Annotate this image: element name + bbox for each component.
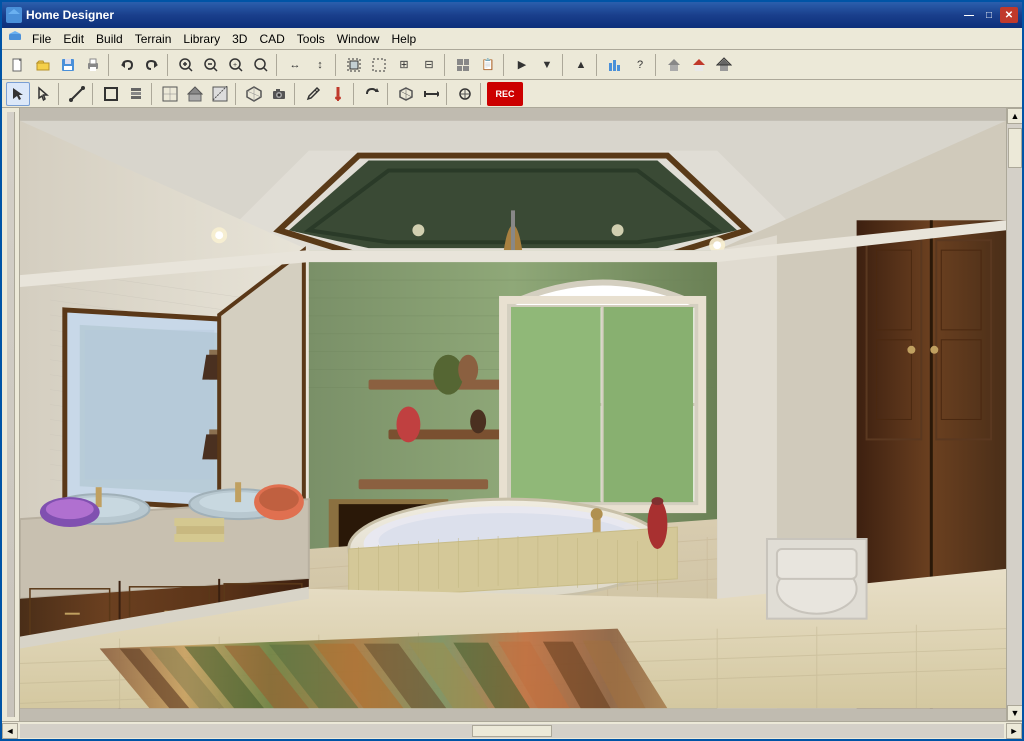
pan-h-button[interactable]: ↔ [283,53,307,77]
stair-tool[interactable] [208,82,232,106]
layout-button[interactable] [451,53,475,77]
sep-t2-4 [235,83,239,105]
chart-button[interactable] [603,53,627,77]
print-button[interactable] [81,53,105,77]
transform-tool[interactable] [453,82,477,106]
undo-button[interactable] [115,53,139,77]
roof-tool[interactable] [183,82,207,106]
arrow-up-button[interactable]: ▲ [569,53,593,77]
menu-library[interactable]: Library [177,30,226,48]
menu-build[interactable]: Build [90,30,129,48]
sep6 [503,54,507,76]
left-panel [2,108,20,721]
vertical-scrollbar[interactable]: ▲ ▼ [1006,108,1022,721]
sep-t2-8 [446,83,450,105]
main-content-area: ✦ [2,108,1022,721]
sep-t2-9 [480,83,484,105]
sep-t2-3 [151,83,155,105]
sep7 [562,54,566,76]
brush-tool[interactable] [326,82,350,106]
scroll-left-button[interactable]: ◄ [2,723,18,739]
arrow-tool[interactable] [419,82,443,106]
zoom-in-button[interactable] [174,53,198,77]
save-button[interactable] [56,53,80,77]
scroll-up-button[interactable]: ▲ [1007,108,1022,124]
wall-tool[interactable] [124,82,148,106]
rotate-tool[interactable] [360,82,384,106]
maximize-button[interactable]: □ [980,7,998,23]
scroll-track-h[interactable] [20,724,1004,738]
cross-button[interactable]: ⊞ [392,53,416,77]
camera-tool[interactable] [267,82,291,106]
system-menu-icon[interactable] [4,28,26,49]
main-window: Home Designer — □ ✕ File Edit Build Terr… [0,0,1024,741]
floor-tool[interactable] [158,82,182,106]
sep8 [596,54,600,76]
add-button[interactable]: ⊟ [417,53,441,77]
scroll-thumb-v[interactable] [1008,128,1022,168]
select-button[interactable] [342,53,366,77]
cursor-tool[interactable] [31,82,55,106]
canvas-viewport[interactable]: ✦ [20,108,1006,721]
close-button[interactable]: ✕ [1000,7,1018,23]
menu-bar: File Edit Build Terrain Library 3D CAD T… [2,28,1022,50]
menu-terrain[interactable]: Terrain [129,30,178,48]
sep3 [276,54,280,76]
zoom-extent-button[interactable]: + [224,53,248,77]
svg-text:+: + [233,62,237,69]
room-tool[interactable] [99,82,123,106]
scroll-track-v[interactable] [1007,124,1022,705]
sep-t2-2 [92,83,96,105]
record-button[interactable]: REC [487,82,523,106]
select-tool[interactable] [6,82,30,106]
menu-tools[interactable]: Tools [291,30,331,48]
menu-file[interactable]: File [26,30,57,48]
3d-scene: ✦ [20,108,1006,721]
sep2 [167,54,171,76]
zoom-out-button[interactable] [199,53,223,77]
window-controls: — □ ✕ [960,7,1018,23]
minimize-button[interactable]: — [960,7,978,23]
scroll-right-button[interactable]: ► [1006,723,1022,739]
redo-button[interactable] [140,53,164,77]
title-bar: Home Designer — □ ✕ [2,2,1022,28]
menu-help[interactable]: Help [385,30,422,48]
scroll-down-button[interactable]: ▼ [1007,705,1022,721]
house2-button[interactable] [687,53,711,77]
select2-button[interactable] [367,53,391,77]
sep-t2-6 [353,83,357,105]
house3-button[interactable] [712,53,736,77]
view-3d-tool[interactable] [242,82,266,106]
help-button[interactable]: ? [628,53,652,77]
sep5 [444,54,448,76]
sep1 [108,54,112,76]
sep-t2-7 [387,83,391,105]
window-title: Home Designer [26,8,960,22]
toolbar-main: + ↔ ↕ ⊞ ⊟ 📋 ▶ ▼ ▲ ? [2,50,1022,80]
sep4 [335,54,339,76]
menu-3d[interactable]: 3D [226,30,253,48]
new-button[interactable] [6,53,30,77]
app-icon [6,7,22,23]
pencil-tool[interactable] [301,82,325,106]
menu-window[interactable]: Window [331,30,386,48]
zoom-realtime-button[interactable] [249,53,273,77]
house1-button[interactable] [662,53,686,77]
menu-edit[interactable]: Edit [57,30,90,48]
scroll-thumb-h[interactable] [472,725,552,737]
play-button[interactable]: ▶ [510,53,534,77]
pan-v-button[interactable]: ↕ [308,53,332,77]
measure-tool[interactable] [394,82,418,106]
toolbar-secondary: REC [2,80,1022,108]
line-tool[interactable] [65,82,89,106]
sep9 [655,54,659,76]
menu-cad[interactable]: CAD [253,30,290,48]
sep-t2-1 [58,83,62,105]
horizontal-scrollbar-container: ◄ ► [2,721,1022,739]
dropdown-button[interactable]: ▼ [535,53,559,77]
open-button[interactable] [31,53,55,77]
clipboard-button[interactable]: 📋 [476,53,500,77]
sep-t2-5 [294,83,298,105]
